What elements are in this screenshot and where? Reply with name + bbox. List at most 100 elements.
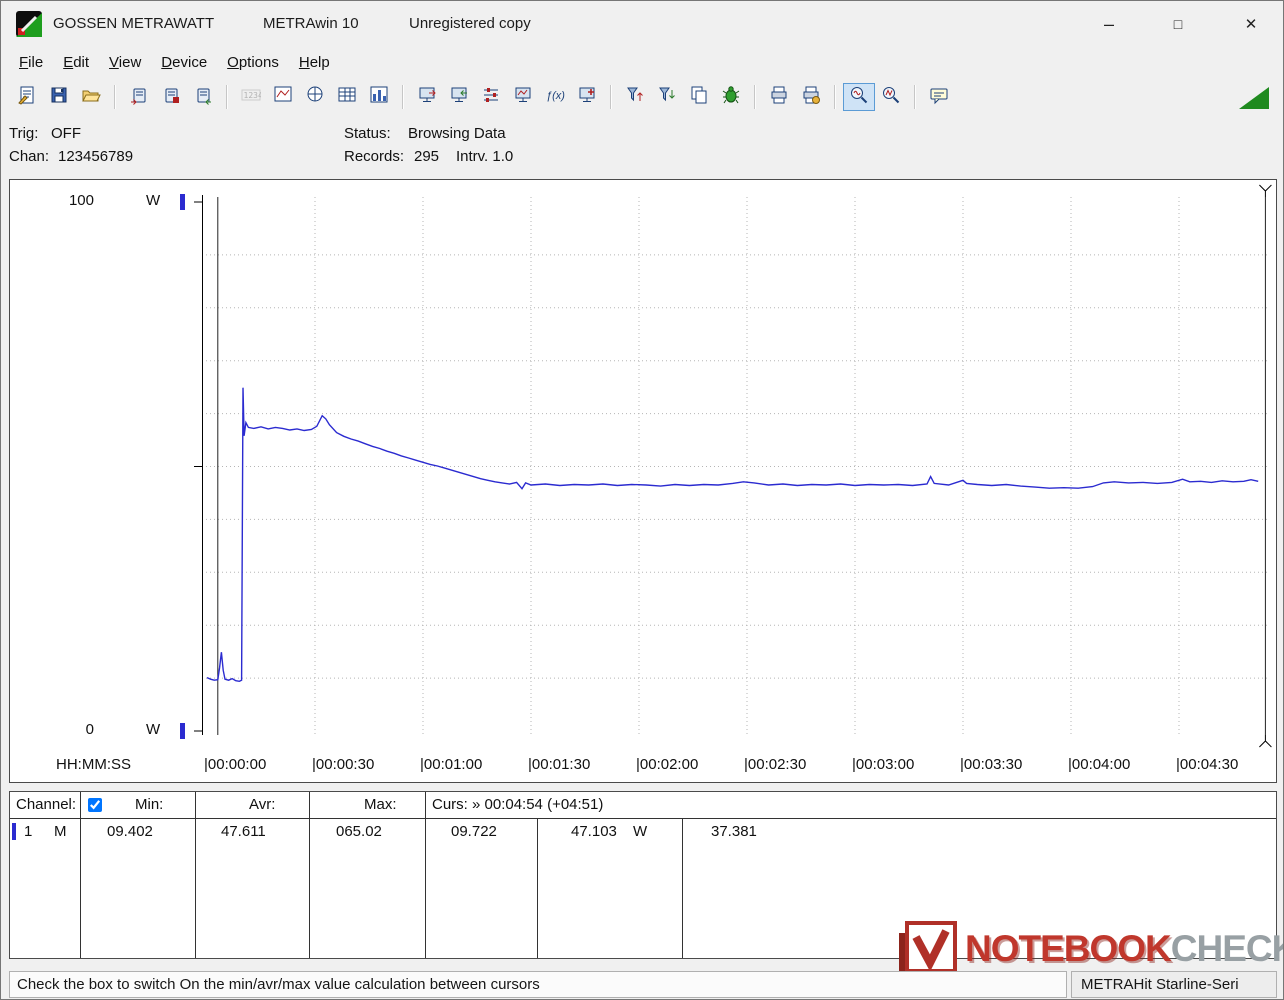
annotation-icon — [929, 85, 949, 109]
print-button[interactable] — [763, 83, 795, 111]
device-upload-button[interactable] — [411, 83, 443, 111]
cursor-2-bottom-handle[interactable] — [1259, 735, 1271, 747]
report-button[interactable] — [11, 83, 43, 111]
beetle-icon — [721, 85, 741, 109]
x-tick-label: |00:00:30 — [312, 756, 374, 773]
channel-color-bar — [12, 823, 16, 840]
table-divider — [425, 792, 426, 958]
watermark-text-red: NOTEBOOK — [965, 928, 1171, 970]
memory-export-button[interactable] — [187, 83, 219, 111]
memory-read-icon — [129, 85, 149, 109]
data-table-button[interactable] — [331, 83, 363, 111]
clipboard-icon — [689, 85, 709, 109]
clipboard-button[interactable] — [683, 83, 715, 111]
annotation-button[interactable] — [923, 83, 955, 111]
filter-min-button[interactable] — [619, 83, 651, 111]
memory-export-icon — [193, 85, 213, 109]
row-unit: W — [633, 820, 647, 844]
xy-scope-button[interactable] — [299, 83, 331, 111]
toolbar-separator — [610, 85, 612, 109]
menu-view[interactable]: View — [99, 47, 151, 79]
save-button[interactable] — [43, 83, 75, 111]
beetle-button[interactable] — [715, 83, 747, 111]
live-monitor-button[interactable] — [507, 83, 539, 111]
row-cursor2-value: 47.103 — [571, 820, 617, 844]
menu-edit[interactable]: Edit — [53, 47, 99, 79]
zoom-in-button[interactable] — [843, 83, 875, 111]
status-value: Browsing Data — [408, 125, 506, 142]
toolbar-separator — [834, 85, 836, 109]
y-axis-max-label: 100 — [50, 192, 94, 209]
menu-device[interactable]: Device — [151, 47, 217, 79]
numeric-display-button: 1234 — [235, 83, 267, 111]
menu-bar: FileEditViewDeviceOptionsHelp — [1, 47, 1283, 79]
toolbar: 1234 ƒ(x) — [1, 79, 1283, 115]
maximize-button[interactable]: □ — [1147, 1, 1209, 47]
table-divider — [195, 792, 196, 958]
trig-value: OFF — [51, 125, 81, 142]
cursor-2-top-handle[interactable] — [1259, 185, 1271, 197]
svg-text:ƒ(x): ƒ(x) — [546, 90, 565, 102]
device-upload-icon — [417, 85, 437, 109]
metrawin-window: GOSSEN METRAWATT METRAwin 10 Unregistere… — [0, 0, 1284, 1000]
x-tick-label: |00:01:00 — [420, 756, 482, 773]
zoom-in-icon — [849, 85, 869, 109]
print-icon — [769, 85, 789, 109]
table-divider — [309, 792, 310, 958]
status-strip: Trig: OFF Chan: 123456789 Status: Browsi… — [1, 115, 1283, 179]
device-download-icon — [449, 85, 469, 109]
x-tick-label: |00:03:30 — [960, 756, 1022, 773]
toolbar-separator — [114, 85, 116, 109]
channel-settings-button[interactable] — [475, 83, 507, 111]
x-tick-label: |00:00:00 — [204, 756, 266, 773]
open-folder-button[interactable] — [75, 83, 107, 111]
menu-file[interactable]: File — [9, 47, 53, 79]
app-logo-icon — [15, 10, 43, 38]
filter-max-icon — [657, 85, 677, 109]
chan-label: Chan: — [9, 148, 49, 165]
y-axis-unit-bottom: W — [146, 721, 160, 738]
bar-graph-button[interactable] — [363, 83, 395, 111]
status-label: Status: — [344, 125, 391, 142]
printer-setup-button[interactable] — [795, 83, 827, 111]
y-axis-min-label: 0 — [50, 721, 94, 738]
formula-button[interactable]: ƒ(x) — [539, 83, 571, 111]
open-folder-icon — [81, 85, 101, 109]
memory-card-button[interactable] — [155, 83, 187, 111]
x-axis-label: HH:MM:SS — [56, 756, 131, 773]
yt-chart-button[interactable] — [267, 83, 299, 111]
toolbar-separator — [754, 85, 756, 109]
monitor-add-button[interactable] — [571, 83, 603, 111]
menu-options[interactable]: Options — [217, 47, 289, 79]
chan-value: 123456789 — [58, 148, 133, 165]
row-avr-value: 47.611 — [221, 820, 266, 844]
titlebar-license: Unregistered copy — [409, 1, 531, 47]
xy-scope-icon — [305, 85, 325, 109]
zoom-out-button[interactable] — [875, 83, 907, 111]
x-tick-label: |00:03:00 — [852, 756, 914, 773]
trig-label: Trig: — [9, 125, 38, 142]
svg-text:1234: 1234 — [244, 91, 262, 100]
menu-help[interactable]: Help — [289, 47, 340, 79]
col-avr-header: Avr: — [249, 792, 275, 818]
interval-value: Intrv. 1.0 — [456, 148, 513, 165]
close-button[interactable]: ✕ — [1217, 1, 1284, 47]
filter-max-button[interactable] — [651, 83, 683, 111]
memory-read-button[interactable] — [123, 83, 155, 111]
col-max-header: Max: — [364, 792, 397, 818]
power-trace — [207, 388, 1258, 682]
row-cursor1-value: 09.722 — [451, 820, 497, 844]
titlebar: GOSSEN METRAWATT METRAwin 10 Unregistere… — [1, 1, 1283, 47]
records-label: Records: — [344, 148, 404, 165]
save-icon — [49, 85, 69, 109]
statusbar-hint: Check the box to switch On the min/avr/m… — [9, 971, 1067, 998]
row-channel-number: 1 — [24, 820, 32, 844]
minmax-checkbox[interactable] — [88, 798, 102, 812]
minimize-button[interactable]: – — [1078, 1, 1140, 47]
numeric-display-icon: 1234 — [241, 85, 261, 109]
data-table-icon — [337, 85, 357, 109]
channel-marker-top — [180, 194, 185, 210]
device-download-button[interactable] — [443, 83, 475, 111]
x-tick-label: |00:04:30 — [1176, 756, 1238, 773]
watermark-text-gray: CHECK — [1171, 928, 1284, 970]
